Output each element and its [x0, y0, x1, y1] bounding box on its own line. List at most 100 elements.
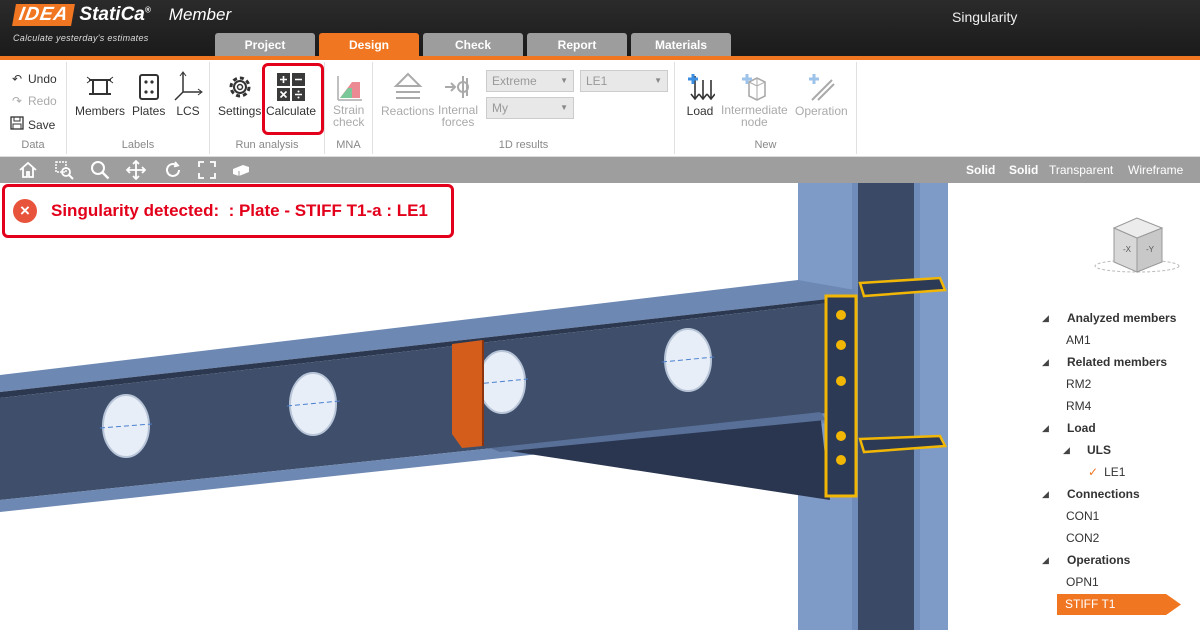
ribbon: ↶ Undo ↷ Redo Save Data Members Plates L… [0, 60, 1200, 157]
cube-face-x: -X [1123, 245, 1132, 254]
rotate-icon[interactable] [163, 160, 183, 180]
view-cube[interactable]: -X -Y [1092, 216, 1192, 286]
save-button[interactable]: Save [9, 116, 55, 133]
main-tabs: Project Design Check Report Materials [215, 33, 735, 56]
zoom-window-icon[interactable] [54, 160, 74, 180]
tree-node-connections[interactable]: ◢ Connections [1040, 483, 1200, 505]
tree-item-con1[interactable]: CON1 [1040, 505, 1200, 527]
tree-node-uls[interactable]: ◢ ULS [1040, 439, 1200, 461]
zoom-icon[interactable] [90, 160, 110, 180]
window-title: Singularity [952, 9, 1018, 25]
tree-item-le1[interactable]: ✓ LE1 [1040, 461, 1200, 483]
gear-icon [225, 68, 255, 102]
fit-icon[interactable] [197, 160, 217, 180]
bolt [836, 431, 846, 441]
structure-model [0, 183, 948, 630]
cube-face-y: -Y [1146, 245, 1155, 254]
group-1d-results: Reactions Internal forces Extreme ▼ LE1 ▼ … [373, 62, 675, 154]
group-mna: Strain check MNA [325, 62, 373, 154]
title-bar: IDEA StatiCa® Member Calculate yesterday… [0, 0, 1200, 58]
tree-item-am1[interactable]: AM1 [1040, 329, 1200, 351]
triangle-down-icon[interactable]: ◢ [1063, 439, 1070, 461]
model-tree: ◢ Analyzed members AM1 ◢ Related members R… [1040, 307, 1200, 593]
undo-icon: ↶ [11, 72, 23, 86]
triangle-down-icon[interactable]: ◢ [1042, 351, 1049, 373]
extreme-dropdown[interactable]: Extreme ▼ [486, 70, 574, 92]
members-button[interactable]: Members [75, 68, 125, 118]
group-label-run-analysis: Run analysis [235, 139, 299, 151]
internal-forces-icon [443, 68, 473, 102]
plates-icon [137, 68, 161, 102]
bolt [836, 340, 846, 350]
stiffener-plate-stiff-t1[interactable] [452, 340, 483, 448]
redo-icon: ↷ [11, 94, 23, 108]
tab-check[interactable]: Check [423, 33, 523, 56]
triangle-down-icon[interactable]: ◢ [1042, 417, 1049, 439]
tree-node-load[interactable]: ◢ Load [1040, 417, 1200, 439]
tree-node-analyzed-members[interactable]: ◢ Analyzed members [1040, 307, 1200, 329]
tree-item-con2[interactable]: CON2 [1040, 527, 1200, 549]
tab-project[interactable]: Project [215, 33, 315, 56]
operation-icon [806, 68, 836, 102]
lcs-button[interactable]: LCS [173, 68, 203, 118]
tab-materials[interactable]: Materials [631, 33, 731, 56]
column-web [856, 183, 916, 630]
group-data: ↶ Undo ↷ Redo Save Data [0, 62, 67, 154]
tree-item-rm2[interactable]: RM2 [1040, 373, 1200, 395]
intermediate-node-button[interactable]: Intermediate node [721, 68, 788, 128]
tree-item-stiff-t1-selected[interactable]: STIFF T1 [1057, 594, 1181, 615]
plates-button[interactable]: Plates [132, 68, 165, 118]
load-button[interactable]: Load [685, 68, 715, 118]
triangle-down-icon[interactable]: ◢ [1042, 307, 1049, 329]
tab-design[interactable]: Design [319, 33, 419, 56]
group-label-new: New [754, 139, 777, 151]
3d-viewport[interactable] [0, 183, 948, 630]
chevron-down-icon: ▼ [560, 76, 568, 85]
tree-item-opn1[interactable]: OPN1 [1040, 571, 1200, 593]
tree-node-operations[interactable]: ◢ Operations [1040, 549, 1200, 571]
intermediate-node-icon [739, 68, 769, 102]
tagline: Calculate yesterday's estimates [13, 33, 149, 43]
component-dropdown[interactable]: My ▼ [486, 97, 574, 119]
logo-idea: IDEA [12, 4, 76, 26]
home-icon[interactable] [18, 160, 38, 180]
group-label-mna: MNA [336, 139, 361, 151]
undo-button[interactable]: ↶ Undo [9, 72, 57, 86]
tab-report[interactable]: Report [527, 33, 627, 56]
view-mode-transparent[interactable]: Transparent [1049, 163, 1113, 177]
load-case-dropdown[interactable]: LE1 ▼ [580, 70, 668, 92]
error-message: Singularity detected: : Plate - STIFF T1… [51, 201, 428, 220]
group-label-data: Data [21, 139, 45, 151]
product-name: Member [168, 5, 232, 24]
view-mode-solid-2[interactable]: Solid [1009, 163, 1038, 177]
group-label-1d-results: 1D results [498, 139, 549, 151]
save-icon [9, 116, 25, 133]
internal-forces-button[interactable]: Internal forces [438, 68, 478, 128]
operation-button[interactable]: Operation [795, 68, 848, 118]
triangle-down-icon[interactable]: ◢ [1042, 483, 1049, 505]
pan-icon[interactable] [126, 160, 146, 180]
app-logo: IDEA StatiCa® Member [12, 4, 232, 26]
tree-node-related-members[interactable]: ◢ Related members [1040, 351, 1200, 373]
strain-check-icon [334, 68, 364, 102]
tree-item-rm4[interactable]: RM4 [1040, 395, 1200, 417]
lcs-axes-icon [173, 68, 203, 102]
end-plate [824, 294, 858, 498]
chevron-down-icon: ▼ [560, 103, 568, 112]
strain-check-button[interactable]: Strain check [333, 68, 364, 128]
reactions-button[interactable]: Reactions [381, 68, 434, 118]
view-mode-wireframe[interactable]: Wireframe [1128, 163, 1183, 177]
calculate-highlight [262, 63, 324, 135]
error-icon: × [13, 199, 37, 223]
view-mode-solid-1[interactable]: Solid [966, 163, 995, 177]
section-cut-icon[interactable] [231, 160, 251, 180]
settings-button[interactable]: Settings [218, 68, 261, 118]
error-banner: × Singularity detected: : Plate - STIFF … [2, 184, 454, 238]
members-icon [85, 68, 115, 102]
redo-button[interactable]: ↷ Redo [9, 94, 57, 108]
view-toolbar: Solid Solid Transparent Wireframe [0, 157, 1200, 183]
checkmark-icon[interactable]: ✓ [1088, 465, 1098, 479]
chevron-down-icon: ▼ [654, 76, 662, 85]
logo-statica: StatiCa® [79, 4, 151, 25]
triangle-down-icon[interactable]: ◢ [1042, 549, 1049, 571]
